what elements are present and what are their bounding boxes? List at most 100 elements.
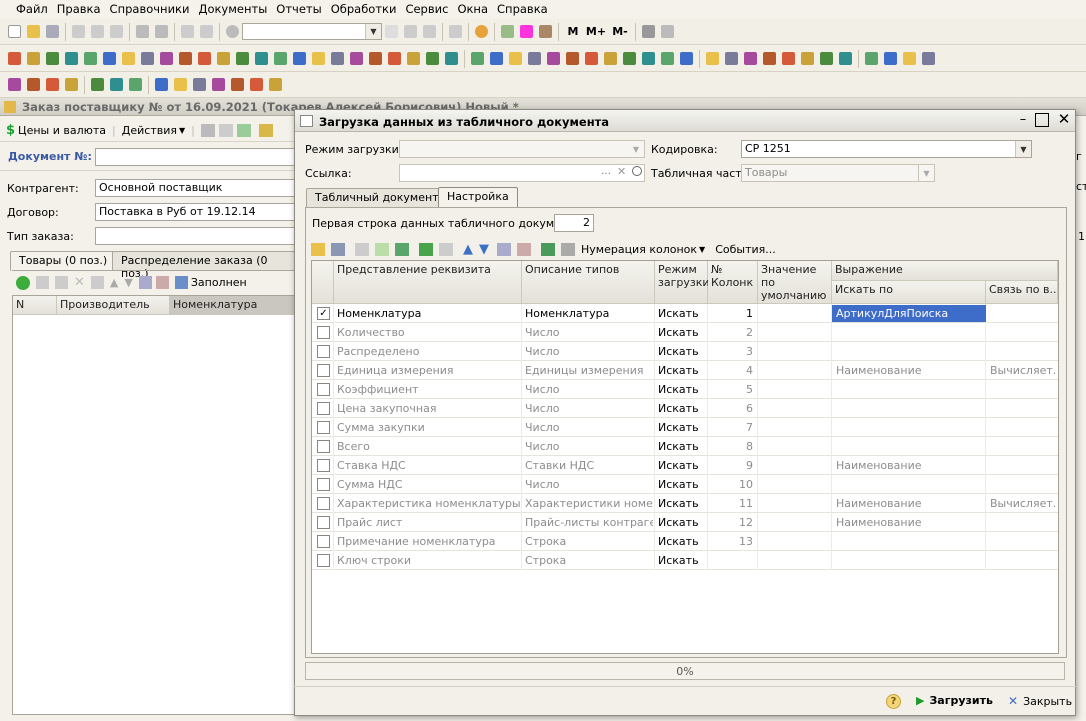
copy-icon[interactable]	[89, 23, 106, 40]
encoding-dropdown-icon[interactable]: ▼	[1015, 141, 1031, 157]
redo-icon[interactable]	[198, 23, 215, 40]
grid-col-default-header[interactable]: Значение по умолчанию	[758, 261, 832, 304]
toolbar-button-icon[interactable]	[564, 50, 581, 67]
toolbar-button-icon[interactable]	[837, 50, 854, 67]
cell-attr[interactable]: Всего	[337, 440, 520, 453]
cell-types[interactable]: Номенклатура	[525, 307, 653, 320]
cell-colnum[interactable]: 13	[710, 535, 753, 548]
move-up-icon[interactable]: ▲	[110, 276, 118, 289]
refresh-icon[interactable]	[236, 124, 251, 137]
cell-types[interactable]: Характеристики номен...	[525, 497, 653, 510]
table-row[interactable]: Распределено Число Искать 3	[312, 342, 1058, 361]
cell-attr[interactable]: Прайс лист	[337, 516, 520, 529]
cell-types[interactable]: Число	[525, 345, 653, 358]
table-row[interactable]: Сумма закупки Число Искать 7	[312, 418, 1058, 437]
events-button[interactable]: События...	[715, 243, 776, 256]
toolbar-button-icon[interactable]	[424, 50, 441, 67]
move-down-icon[interactable]: ▼	[124, 276, 132, 289]
cell-colnum[interactable]: 2	[710, 326, 753, 339]
mode-select[interactable]	[399, 140, 645, 158]
minimize-icon[interactable]: –	[1015, 112, 1031, 128]
cell-types[interactable]: Строка	[525, 554, 653, 567]
toolbar-button-icon[interactable]	[704, 50, 721, 67]
post-icon[interactable]	[258, 124, 273, 137]
open-folder-icon[interactable]	[25, 23, 42, 40]
cell-attr[interactable]: Ставка НДС	[337, 459, 520, 472]
clear-search-icon[interactable]	[383, 23, 400, 40]
sort-asc-icon[interactable]	[497, 242, 511, 256]
copy-row-icon[interactable]	[36, 276, 49, 289]
tab-goods[interactable]: Товары (0 поз.)	[10, 251, 117, 271]
toolbar-button-icon[interactable]	[780, 50, 797, 67]
numbering-button[interactable]: Нумерация колонок	[581, 243, 697, 256]
toolbar-button-icon[interactable]	[63, 76, 80, 93]
table-row[interactable]: Цена закупочная Число Искать 6	[312, 399, 1058, 418]
edit-column-icon[interactable]	[419, 242, 433, 256]
cell-mode[interactable]: Искать	[658, 535, 706, 548]
toolbar-button-icon[interactable]	[545, 50, 562, 67]
row-checkbox[interactable]	[317, 459, 330, 472]
tabular-part-select[interactable]: Товары ▼	[741, 164, 935, 182]
row-checkbox[interactable]	[317, 326, 330, 339]
doc-icon[interactable]	[218, 124, 233, 137]
toolbar-button-icon[interactable]	[44, 50, 61, 67]
row-checkbox[interactable]: ✓	[317, 307, 330, 320]
menu-windows[interactable]: Окна	[457, 2, 488, 16]
row-checkbox[interactable]	[317, 440, 330, 453]
toolbar-button-icon[interactable]	[82, 50, 99, 67]
quick-search-input[interactable]: ▼	[242, 23, 382, 40]
table-row[interactable]: Сумма НДС Число Искать 10	[312, 475, 1058, 494]
edit-row-icon[interactable]	[55, 276, 68, 289]
menu-service[interactable]: Сервис	[405, 2, 448, 16]
cell-search[interactable]: АртикулДляПоиска	[832, 305, 986, 322]
toolbar-button-icon[interactable]	[6, 76, 23, 93]
calculator-icon[interactable]	[499, 23, 516, 40]
cell-mode[interactable]: Искать	[658, 516, 706, 529]
cell-search[interactable]: Наименование	[836, 364, 982, 377]
toolbar-button-icon[interactable]	[234, 50, 251, 67]
toolbar-button-icon[interactable]	[469, 50, 486, 67]
cell-attr[interactable]: Сумма закупки	[337, 421, 520, 434]
toolbar-button-icon[interactable]	[127, 76, 144, 93]
link-search-icon[interactable]	[632, 166, 642, 176]
toolbar-button-icon[interactable]	[89, 76, 106, 93]
cell-mode[interactable]: Искать	[658, 421, 706, 434]
cell-link[interactable]: Вычисляет...	[990, 497, 1056, 510]
table-row[interactable]: Коэффициент Число Искать 5	[312, 380, 1058, 399]
order-type-field[interactable]	[95, 227, 300, 245]
cut-icon[interactable]	[70, 23, 87, 40]
toolbar-button-icon[interactable]	[272, 50, 289, 67]
cell-attr[interactable]: Распределено	[337, 345, 520, 358]
toolbar-button-icon[interactable]	[443, 50, 460, 67]
preview-icon[interactable]	[153, 23, 170, 40]
toolbar-button-icon[interactable]	[310, 50, 327, 67]
table-row[interactable]: Прайс лист Прайс-листы контраге... Искать 1…	[312, 513, 1058, 532]
toolbar-button-icon[interactable]	[678, 50, 695, 67]
cell-attr[interactable]: Примечание номенклатура	[337, 535, 520, 548]
table-row[interactable]: Ставка НДС Ставки НДС Искать 9 Наименование	[312, 456, 1058, 475]
toolbar-button-icon[interactable]	[901, 50, 918, 67]
row-checkbox[interactable]	[317, 478, 330, 491]
cell-colnum[interactable]: 9	[710, 459, 753, 472]
help-icon[interactable]: ?	[886, 694, 901, 709]
maximize-icon[interactable]	[1035, 113, 1049, 127]
add-row-icon[interactable]	[16, 275, 30, 290]
toolbar-button-icon[interactable]	[229, 76, 246, 93]
toolbar-button-icon[interactable]	[602, 50, 619, 67]
tab-settings[interactable]: Настройка	[438, 187, 518, 207]
toolbar-button-icon[interactable]	[248, 76, 265, 93]
row-checkbox[interactable]	[317, 497, 330, 510]
move-up-icon[interactable]: ▲	[463, 242, 473, 257]
goods-col-manufacturer[interactable]: Производитель	[57, 296, 170, 315]
cell-mode[interactable]: Искать	[658, 440, 706, 453]
cell-mode[interactable]: Искать	[658, 459, 706, 472]
contract-field[interactable]: Поставка в Руб от 19.12.14	[95, 203, 300, 221]
cell-colnum[interactable]: 6	[710, 402, 753, 415]
toolbar-button-icon[interactable]	[25, 50, 42, 67]
find-prev-icon[interactable]	[421, 23, 438, 40]
toolbar-button-icon[interactable]	[120, 50, 137, 67]
toolbar-button-icon[interactable]	[818, 50, 835, 67]
search-icon[interactable]	[224, 23, 241, 40]
toolbar-button-icon[interactable]	[526, 50, 543, 67]
cell-colnum[interactable]: 3	[710, 345, 753, 358]
